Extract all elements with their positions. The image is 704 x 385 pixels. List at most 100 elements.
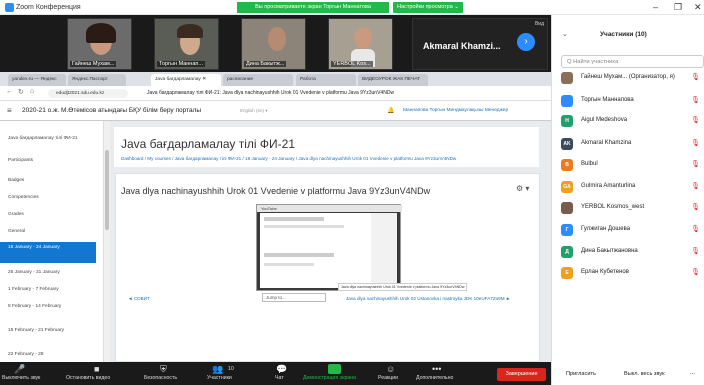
participant-row[interactable]: Гайнеш Мухам... (Организатор, я) 🎙 bbox=[561, 71, 704, 85]
chat-button[interactable]: Чат bbox=[275, 375, 284, 381]
browser-tabs: yandex.ru — Яндекс Яндекс.Паспорт Java б… bbox=[0, 72, 551, 86]
sidebar-item-week[interactable]: 25 January - 31 January bbox=[0, 269, 96, 276]
participant-avatar: H bbox=[561, 115, 573, 127]
participants-count: 10 bbox=[228, 366, 234, 372]
muted-mic-icon: 🎙 bbox=[691, 161, 700, 168]
chat-icon[interactable]: 💬 bbox=[276, 364, 287, 375]
panel-more-button[interactable]: ... bbox=[690, 370, 695, 376]
breadcrumb[interactable]: Dashboard / My courses / Java бағдарлама… bbox=[121, 156, 456, 161]
sidebar-item-week[interactable]: 1 February - 7 February bbox=[0, 286, 96, 293]
sidebar-item-week[interactable]: 15 February - 21 February bbox=[0, 327, 96, 334]
muted-mic-icon: 🎙 bbox=[691, 74, 700, 81]
mute-all-button[interactable]: Выкл. весь звук bbox=[624, 371, 665, 377]
security-button[interactable]: Безопасность bbox=[144, 375, 177, 381]
video-tile[interactable]: Дина Бакытж... bbox=[241, 18, 306, 70]
participant-avatar bbox=[561, 72, 573, 84]
moodle-brand[interactable]: 2020-21 о.ж. М.Өтемісов атындағы БҚУ біл… bbox=[22, 107, 201, 114]
jump-to-select[interactable]: Jump to... bbox=[262, 293, 326, 302]
video-tile[interactable]: YERBOL Kos... bbox=[328, 18, 393, 70]
view-mode-label[interactable]: Вид bbox=[535, 21, 544, 27]
participant-name: Bulbul bbox=[581, 161, 598, 167]
browser-tab[interactable]: ВИДЕОУРОК ЖАК ПЕЧАТ bbox=[358, 74, 428, 86]
sidebar-item-course[interactable]: Java бағдарламалау тілі ФИ-21 bbox=[0, 135, 96, 142]
video-embed[interactable]: YouTube bbox=[256, 204, 402, 291]
moodle-sidebar: Java бағдарламалау тілі ФИ-21 Participan… bbox=[0, 121, 104, 362]
browser-tab[interactable]: Яндекс.Паспорт bbox=[68, 74, 126, 86]
participant-row[interactable]: Торгын Маннапова 🎙 bbox=[561, 94, 704, 108]
browser-tab[interactable]: расписание bbox=[223, 74, 293, 86]
participants-button[interactable]: Участники bbox=[207, 375, 232, 381]
close-window-button[interactable]: ✕ bbox=[694, 2, 702, 13]
browser-tab-active[interactable]: Java бағдарламалау ✕ bbox=[151, 74, 221, 86]
share-screen-icon[interactable] bbox=[328, 364, 341, 374]
sidebar-item-week-active[interactable]: 18 January - 24 January bbox=[0, 242, 96, 263]
video-name-label: Дина Бакытж... bbox=[244, 61, 287, 67]
restore-button[interactable]: ❐ bbox=[674, 2, 682, 13]
sidebar-item-badges[interactable]: Badges bbox=[0, 177, 96, 184]
url-field[interactable]: edudjt2021.sdu.edu.kz bbox=[48, 89, 128, 98]
collapse-chevron-icon[interactable]: ⌄ bbox=[562, 30, 568, 38]
course-title: Java бағдарламалау тілі ФИ-21 bbox=[121, 137, 295, 151]
sidebar-item-participants[interactable]: Participants bbox=[0, 157, 96, 164]
meeting-toolbar: 🎤 Выключить звук ■ Остановить видео ⛨ Бе… bbox=[0, 362, 551, 385]
video-name-label: Akmaral Khamzi... bbox=[423, 41, 501, 51]
gear-icon[interactable]: ⚙ ▾ bbox=[516, 184, 529, 193]
end-meeting-button[interactable]: Завершение bbox=[497, 368, 546, 381]
participant-avatar: GA bbox=[561, 181, 573, 193]
stop-video-button[interactable]: Остановить видео bbox=[66, 375, 110, 381]
muted-mic-icon: 🎙 bbox=[691, 248, 700, 255]
language-selector[interactable]: English (en) ▾ bbox=[240, 108, 268, 114]
user-menu[interactable]: Маннапова Торгын Миндмаулақызы Менеджер bbox=[403, 108, 508, 113]
share-screen-button[interactable]: Демонстрация экрана bbox=[303, 375, 356, 381]
invite-button[interactable]: Пригласить bbox=[566, 371, 596, 377]
participant-row[interactable]: Д Дина Бакытжановна 🎙 bbox=[561, 245, 704, 259]
sidebar-item-competencies[interactable]: Competencies bbox=[0, 194, 96, 201]
participant-name: Gulmira Amanturlina bbox=[581, 183, 636, 189]
more-button[interactable]: Дополнительно bbox=[416, 375, 453, 381]
video-tile[interactable]: Гайнеш Мухам... bbox=[67, 18, 132, 70]
home-icon[interactable]: ⌂ bbox=[30, 88, 34, 95]
muted-mic-icon: 🎙 bbox=[691, 97, 700, 104]
participant-row[interactable]: Г Гулжиган Дошева 🎙 bbox=[561, 223, 704, 237]
participant-row[interactable]: GA Gulmira Amanturlina 🎙 bbox=[561, 180, 704, 194]
reactions-icon[interactable]: ☺ bbox=[386, 364, 395, 374]
shield-icon[interactable]: ⛨ bbox=[160, 364, 167, 375]
participant-row[interactable]: AK Akmaral Khamzina 🎙 bbox=[561, 137, 704, 151]
participant-row[interactable]: B Bulbul 🎙 bbox=[561, 158, 704, 172]
sidebar-item-week[interactable]: 8 February - 14 February bbox=[0, 303, 96, 310]
notification-bell-icon[interactable]: 🔔 bbox=[387, 107, 394, 114]
participant-search-input[interactable]: Q Найти участника bbox=[561, 55, 704, 68]
next-videos-arrow-icon[interactable]: › bbox=[517, 33, 535, 51]
view-options-button[interactable]: Настройки просмотра ⌄ bbox=[393, 2, 463, 13]
participant-name: Aigul Medeshova bbox=[581, 117, 628, 123]
mute-button[interactable]: Выключить звук bbox=[2, 375, 40, 381]
next-activity-link[interactable]: Java dlya nachinayushhih Urok 02 Ustanov… bbox=[346, 296, 510, 301]
browser-tab[interactable]: yandex.ru — Яндекс bbox=[8, 74, 66, 86]
more-icon[interactable]: ••• bbox=[432, 364, 441, 374]
sidebar-item-general[interactable]: General bbox=[0, 228, 96, 235]
reload-icon[interactable]: ↻ bbox=[18, 88, 24, 96]
participant-row[interactable]: YERBOL Kosmos_west 🎙 bbox=[561, 201, 704, 215]
sidebar-item-grades[interactable]: Grades bbox=[0, 211, 96, 218]
participant-row[interactable]: H Aigul Medeshova 🎙 bbox=[561, 114, 704, 128]
screen-share-banner: Вы просматриваете экран Торгын Маннатова bbox=[237, 2, 389, 13]
participant-name: YERBOL Kosmos_west bbox=[581, 204, 645, 210]
participants-icon[interactable]: 👥 bbox=[212, 364, 223, 375]
camera-icon[interactable]: ■ bbox=[94, 364, 99, 374]
window-title: Zoom Конференция bbox=[16, 4, 81, 11]
minimize-button[interactable]: – bbox=[653, 2, 658, 12]
muted-mic-icon: 🎙 bbox=[691, 140, 700, 147]
participant-row[interactable]: E Ерлан Кубетенов 🎙 bbox=[561, 266, 704, 280]
previous-activity-link[interactable]: ◄ СОВИТ bbox=[128, 296, 150, 301]
video-page-preview bbox=[260, 213, 371, 288]
video-tile[interactable]: Торгын Маннап... bbox=[154, 18, 219, 70]
participant-name: Дина Бакытжановна bbox=[581, 248, 638, 254]
video-tile[interactable]: Akmaral Khamzi... Вид › bbox=[412, 18, 548, 70]
reactions-button[interactable]: Реакции bbox=[378, 375, 398, 381]
back-arrow-icon[interactable]: ← bbox=[6, 88, 13, 95]
microphone-icon[interactable]: 🎤 bbox=[14, 364, 25, 375]
sidebar-item-week[interactable]: 22 February - 28 bbox=[0, 351, 96, 358]
menu-hamburger-icon[interactable]: ≡ bbox=[7, 106, 12, 115]
browser-tab[interactable]: Работа bbox=[296, 74, 356, 86]
sidebar-scrollbar-thumb[interactable] bbox=[105, 150, 109, 230]
